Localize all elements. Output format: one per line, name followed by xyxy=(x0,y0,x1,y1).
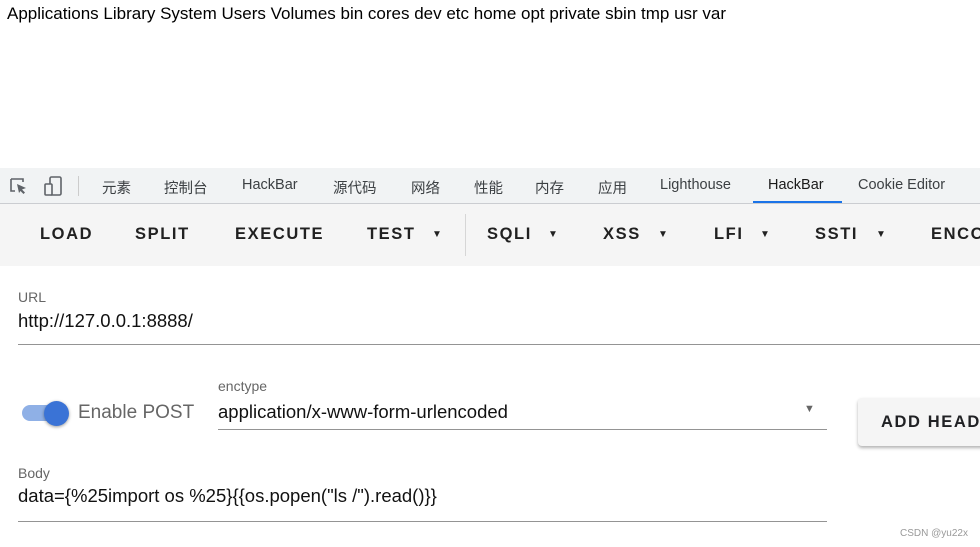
ssti-menu-button[interactable]: SSTI xyxy=(815,225,858,244)
tab-cookie-editor[interactable]: Cookie Editor xyxy=(858,177,945,193)
tab-lighthouse[interactable]: Lighthouse xyxy=(660,177,731,193)
execute-button[interactable]: EXECUTE xyxy=(235,225,324,244)
caret-down-icon[interactable]: ▼ xyxy=(548,229,558,240)
tab-memory[interactable]: 内存 xyxy=(535,177,564,198)
encoding-menu-button[interactable]: ENCO xyxy=(931,225,980,244)
hackbar-toolbar: LOAD SPLIT EXECUTE TEST ▼ SQLI ▼ XSS ▼ L… xyxy=(0,204,980,266)
body-underline xyxy=(18,521,827,522)
device-toolbar-icon[interactable] xyxy=(43,175,65,197)
enable-post-label: Enable POST xyxy=(78,402,195,423)
dropdown-arrow-icon[interactable]: ▼ xyxy=(804,403,815,415)
tab-application[interactable]: 应用 xyxy=(598,177,627,198)
tab-elements[interactable]: 元素 xyxy=(102,177,131,198)
caret-down-icon[interactable]: ▼ xyxy=(658,229,668,240)
split-button[interactable]: SPLIT xyxy=(135,225,190,244)
sqli-menu-button[interactable]: SQLI xyxy=(487,225,532,244)
tab-network[interactable]: 网络 xyxy=(411,177,440,198)
toolbar-divider xyxy=(465,214,466,256)
url-label: URL xyxy=(18,289,47,305)
page-output-text: Applications Library System Users Volume… xyxy=(7,4,727,23)
caret-down-icon[interactable]: ▼ xyxy=(876,229,886,240)
enctype-select[interactable]: application/x-www-form-urlencoded xyxy=(218,401,508,423)
xss-menu-button[interactable]: XSS xyxy=(603,225,641,244)
body-label: Body xyxy=(18,465,50,481)
tab-sources[interactable]: 源代码 xyxy=(333,177,377,198)
watermark: CSDN @yu22x xyxy=(900,528,968,539)
devtools-tab-bar: 元素 控制台 HackBar 源代码 网络 性能 内存 应用 Lighthous… xyxy=(0,168,980,204)
toggle-knob[interactable] xyxy=(44,401,69,426)
tab-hackbar-active[interactable]: HackBar xyxy=(768,177,824,193)
enctype-label: enctype xyxy=(218,378,268,394)
tab-performance[interactable]: 性能 xyxy=(474,177,503,198)
lfi-menu-button[interactable]: LFI xyxy=(714,225,744,244)
url-underline xyxy=(18,344,980,345)
tab-console[interactable]: 控制台 xyxy=(164,177,208,198)
add-header-button[interactable]: ADD HEAD xyxy=(858,398,980,446)
inspect-element-icon[interactable] xyxy=(9,177,29,195)
active-tab-indicator xyxy=(753,201,842,203)
tab-divider xyxy=(78,176,79,196)
caret-down-icon[interactable]: ▼ xyxy=(432,229,442,240)
body-input[interactable]: data={%25import os %25}{{os.popen("ls /"… xyxy=(18,485,437,507)
enctype-underline xyxy=(218,429,827,430)
load-button[interactable]: LOAD xyxy=(40,225,93,244)
url-input[interactable]: http://127.0.0.1:8888/ xyxy=(18,310,193,332)
tab-hackbar-1[interactable]: HackBar xyxy=(242,177,298,193)
test-menu-button[interactable]: TEST xyxy=(367,225,416,244)
caret-down-icon[interactable]: ▼ xyxy=(760,229,770,240)
